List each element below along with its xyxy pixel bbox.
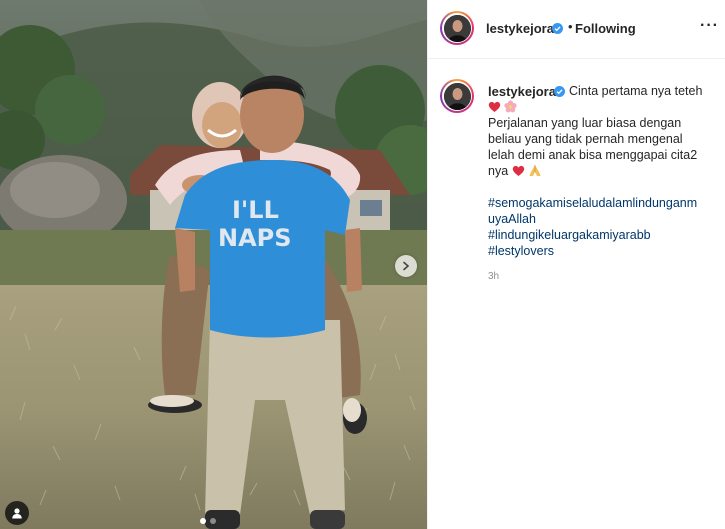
photo-scene: I'LL NAPS [0,0,427,529]
post-header: lestykejora • Following ··· [428,0,725,59]
folded-hands-emoji [529,165,541,176]
carousel-indicator [200,518,216,524]
caption-line-3: lelah demi anak bisa menggapai cita2 [488,148,698,162]
carousel-dot-2 [210,518,216,524]
caption-first-line: Cinta pertama nya teteh [569,84,703,98]
caption-line-4: nya [488,163,720,179]
caption-username[interactable]: lestykejora [488,84,556,99]
user-tag-button[interactable] [5,501,29,525]
caption-emoji-line [488,99,720,115]
hashtag-list: #semogakamiselaludalamlindunganm uyaAlla… [488,195,720,259]
verified-badge-icon [554,86,565,97]
more-options-icon[interactable]: ··· [700,17,719,35]
caption-line-4-text: nya [488,164,509,178]
cherry-blossom-emoji [504,100,518,113]
carousel-dot-1 [200,518,206,524]
header-separator: • [568,19,573,34]
user-tag-icon [12,508,22,519]
verified-badge-icon [552,23,563,34]
avatar[interactable] [440,11,474,45]
hashtag-link[interactable]: #lestylovers [488,243,720,259]
post-photo[interactable]: I'LL NAPS [0,0,427,529]
shirt-text-line2: NAPS [218,224,292,252]
shirt-text-line1: I'LL [232,196,279,224]
hashtag-link[interactable]: uyaAllah [488,211,720,227]
post-side-panel: lestykejora • Following ··· lestykejora [427,0,725,529]
caption-avatar-image [443,82,471,110]
chevron-right-icon [403,261,410,271]
header-username[interactable]: lestykejora [486,21,554,36]
caption-line-2: beliau yang tidak pernah mengenal [488,132,683,146]
avatar-image [443,14,471,42]
hashtag-link[interactable]: #semogakamiselaludalamlindunganm [488,195,720,211]
following-button[interactable]: Following [575,21,636,36]
red-heart-emoji [512,165,524,176]
carousel-next-button[interactable] [395,255,417,277]
caption-line-1: Perjalanan yang luar biasa dengan [488,116,682,130]
red-heart-emoji [488,101,501,112]
post-timestamp[interactable]: 3h [488,271,499,282]
hashtag-link[interactable]: #lindungikeluargakamiyarabb [488,227,720,243]
caption-body: Perjalanan yang luar biasa dengan beliau… [488,99,720,179]
caption-avatar[interactable] [440,79,474,113]
